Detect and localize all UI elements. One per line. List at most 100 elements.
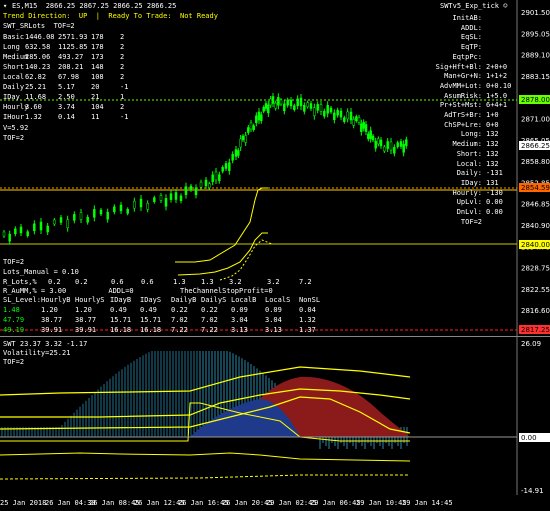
indicator-canvas[interactable]: 26.09 0.00 -14.91 (0, 337, 550, 495)
info-panel-value: 0.00 (486, 198, 503, 207)
info-panel-label: Sig+Hft+Bl: (435, 62, 482, 71)
main-price-chart[interactable]: 2901.502895.052889.102883.152877.202871.… (0, 0, 550, 337)
sl-cell: 16.18 (110, 326, 132, 334)
sl-header-cell: HourlyB (41, 296, 71, 304)
yellow-price-tag-text: 2840.00 (521, 241, 550, 249)
candle-body (99, 209, 103, 215)
candle-body (249, 122, 253, 130)
lots-table-cell: 11 (91, 113, 100, 121)
indicator-volatility: Volatility=25.21 (3, 349, 71, 357)
price-label: 2816.60 (521, 307, 550, 315)
sl-cell: 1.20 (41, 306, 58, 314)
candle-body (260, 114, 263, 121)
lots-table-cell: 2 (120, 33, 125, 41)
candle-body (289, 99, 293, 107)
sl-cell: 0.22 (201, 306, 218, 314)
info-panel-value: 132 (486, 140, 499, 149)
candle-body (283, 103, 286, 112)
info-panel-label: AsumRisk: (444, 91, 482, 100)
lots-table-cell: 3.74 (58, 103, 75, 111)
candle-body (14, 228, 17, 235)
sl-cell: 15.71 (140, 316, 162, 324)
lots-table-cell: Basic (3, 33, 25, 41)
sl-cell: 1.37 (299, 326, 316, 334)
candle-body (241, 135, 245, 141)
candle-body (349, 111, 353, 121)
sl-cell: 1.20 (75, 306, 92, 314)
candle-body (214, 171, 218, 181)
candle-body (357, 117, 361, 123)
info-panel-value: 132 (486, 130, 499, 139)
info-panel-label: InitAB: (452, 14, 482, 22)
candle-body (369, 130, 372, 139)
price-label: 2846.85 (521, 201, 550, 209)
candle-body (247, 127, 250, 133)
info-panel-label: EqSL: (460, 33, 482, 42)
sl-cell: 7.02 (201, 316, 218, 324)
r-lots-cell: 3.2 (229, 278, 242, 286)
lots-table-cell: 67.98 (58, 73, 80, 81)
sl-header-cell: HourlyS (75, 296, 105, 304)
lots-table-cell: 1125.85 (58, 43, 88, 51)
orange-price-tag-text: 2854.59 (521, 184, 550, 192)
candle-body (262, 107, 265, 112)
sl-header-cell: LocalS (265, 296, 291, 304)
lots-table-cell: 25.21 (25, 83, 47, 91)
info-panel-label: Pr+St+Mst: (439, 101, 482, 110)
candle-body (194, 187, 198, 196)
sl-header-cell: DailyB (171, 296, 197, 304)
lots-table-cell: 178 (91, 33, 104, 41)
chart-header-arrow-icon[interactable]: ▾ (3, 2, 7, 11)
candle-body (255, 115, 258, 124)
time-axis-label: 29 Jan 06:45 (310, 499, 361, 507)
candle-body (221, 167, 224, 172)
candle-body (362, 122, 365, 129)
indicator-title: SWT 23.37 3.32 -1.17 (3, 340, 88, 348)
sl-cell: 0.09 (231, 306, 248, 314)
lots-table-cell: 1.32 (25, 113, 42, 121)
candle-body (257, 111, 261, 121)
info-panel-label: EqtpPc: (452, 52, 482, 61)
lots-table-cell: 21 (91, 93, 100, 101)
sl-cell: 0.09 (265, 306, 282, 314)
info-panel-value: 132 (486, 159, 499, 168)
info-panel-value: 0+0.10 (486, 81, 512, 90)
sl-cell: 39.91 (41, 326, 63, 334)
candle-body (174, 192, 178, 200)
candle-body (139, 198, 143, 208)
info-panel-value: 0.00 (486, 208, 503, 216)
lots-table-cell: 148 (91, 63, 104, 71)
info-panel-label: IDay: (460, 178, 482, 187)
r-lots-cell: 0.6 (111, 278, 124, 286)
candle-body (316, 104, 319, 111)
lots-table-cell: 0.14 (58, 113, 75, 121)
expert-advisor-label[interactable]: SWTv5_Exp_tick ☺ (440, 2, 507, 11)
candle-body (59, 217, 63, 223)
info-panel-value: 0+0 (486, 120, 499, 129)
candle-body (336, 109, 339, 116)
lots-table-cell: 11.68 (25, 93, 47, 101)
sl-cell: 7.02 (171, 316, 188, 324)
candle-body (26, 231, 29, 236)
candle-body (377, 138, 380, 145)
time-axis-label: 26 Jan 04:30 (45, 499, 96, 507)
candle-body (303, 105, 306, 112)
candle-body (189, 185, 193, 191)
lots-table-cell: Local (3, 73, 25, 81)
sl-cell: 3.13 (231, 326, 248, 334)
aumm-line: R_AuMM,% = 3.00 ADDL=0 TheChannelStopPro… (3, 287, 273, 295)
channel-upper-line (175, 187, 268, 263)
sl-cell: 7.22 (171, 326, 188, 334)
time-axis-label: 29 Jan 14:45 (402, 499, 453, 507)
swt-indicator-window[interactable]: 26.09 0.00 -14.91 SWT 23.37 3.32 -1.17 V… (0, 337, 550, 495)
sl-cell: 38.77 (75, 316, 97, 324)
candle-body (19, 226, 23, 234)
candle-body (267, 104, 270, 114)
candle-body (66, 219, 69, 228)
lots-table-cell: 104 (91, 103, 104, 111)
candle-body (218, 174, 221, 181)
candle-body (73, 214, 76, 221)
price-label: 2822.55 (521, 286, 550, 294)
lots-table-cell: -1 (120, 83, 129, 91)
time-axis-label: 26 Jan 16:45 (178, 499, 229, 507)
